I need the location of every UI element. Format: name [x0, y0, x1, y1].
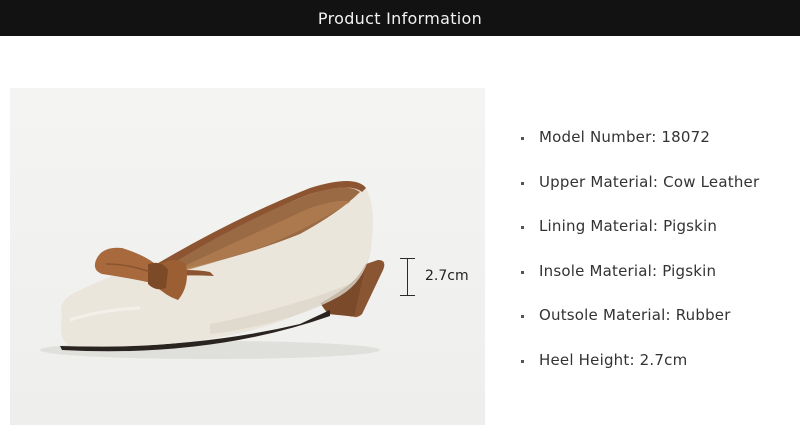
- spec-list: Model Number: 18072 Upper Material: Cow …: [519, 128, 794, 371]
- spec-upper-material: Upper Material: Cow Leather: [519, 173, 794, 193]
- page-title: Product Information: [317, 8, 483, 28]
- spec-label: Model Number: 18072: [539, 128, 711, 146]
- spec-outsole-material: Outsole Material: Rubber: [519, 306, 794, 326]
- header-bar: Product Information: [0, 0, 800, 36]
- spec-lining-material: Lining Material: Pigskin: [519, 217, 794, 237]
- bullet-icon: [521, 359, 524, 363]
- spec-heel-height: Heel Height: 2.7cm: [519, 351, 794, 371]
- measure-cap-bottom: [400, 295, 415, 296]
- heel-height-marker: 2.7cm: [400, 258, 480, 296]
- bullet-icon: [521, 315, 524, 318]
- spec-label: Heel Height: 2.7cm: [539, 350, 688, 369]
- bullet-icon: [521, 226, 524, 229]
- shoe-illustration: [40, 181, 385, 359]
- spec-label: Lining Material: Pigskin: [539, 217, 718, 235]
- heel-height-label: 2.7cm: [425, 268, 469, 284]
- bullet-icon: [521, 137, 524, 140]
- measure-bar: [407, 258, 408, 296]
- bullet-icon: [521, 181, 524, 185]
- bullet-icon: [521, 270, 524, 274]
- spec-label: Upper Material: Cow Leather: [539, 172, 760, 191]
- spec-model-number: Model Number: 18072: [519, 128, 794, 148]
- spec-insole-material: Insole Material: Pigskin: [519, 262, 794, 282]
- spec-label: Insole Material: Pigskin: [539, 261, 717, 280]
- spec-label: Outsole Material: Rubber: [539, 306, 731, 324]
- product-photo: [10, 88, 485, 425]
